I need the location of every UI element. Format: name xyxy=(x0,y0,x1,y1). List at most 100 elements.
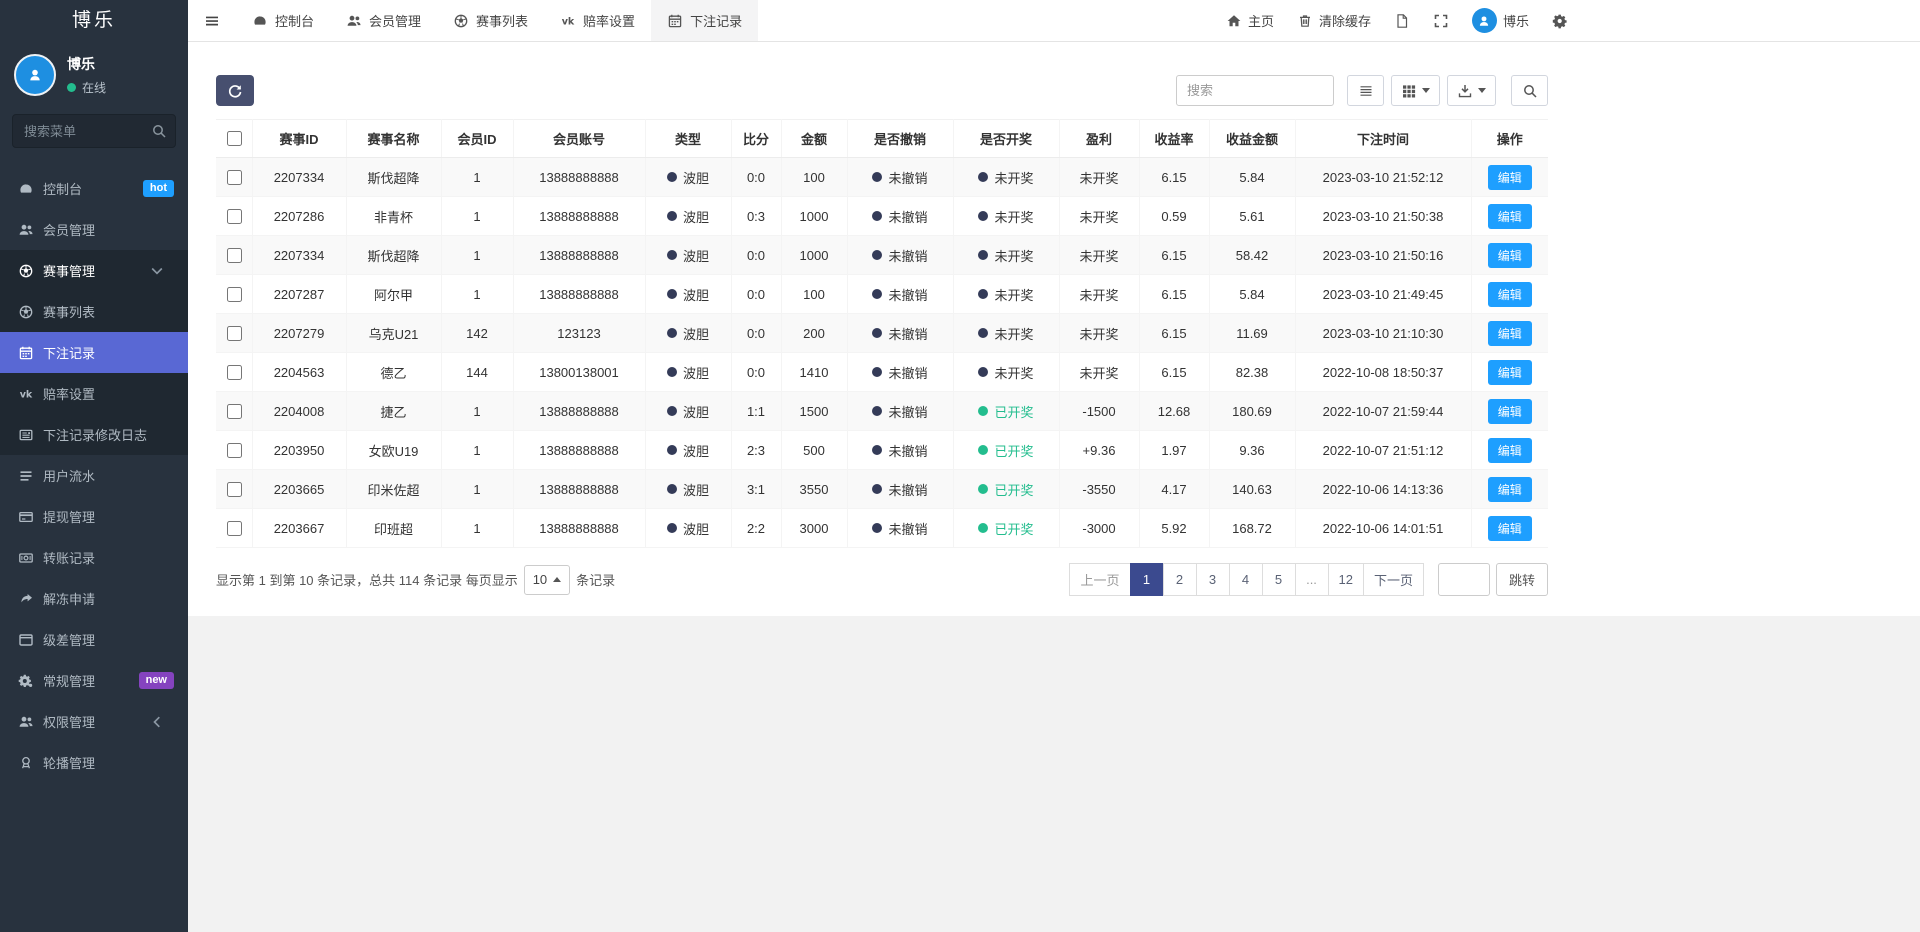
income-amount-cell: 140.63 xyxy=(1209,469,1296,509)
hamburger-menu-icon[interactable] xyxy=(188,0,236,41)
brand-logo: 博乐 xyxy=(71,10,116,31)
edit-button[interactable]: 编辑 xyxy=(1487,515,1532,541)
bars-icon xyxy=(18,468,34,484)
user-avatar[interactable] xyxy=(14,54,56,96)
sidebar-item-bet-records[interactable]: 下注记录 xyxy=(0,332,188,373)
row-checkbox[interactable] xyxy=(226,520,242,536)
page-button-4[interactable]: 4 xyxy=(1228,563,1263,596)
sidebar-item-user-flow[interactable]: 用户流水 xyxy=(0,455,188,496)
income-amount-cell: 9.36 xyxy=(1209,430,1296,470)
tab-odds-settings[interactable]: vk 赔率设置 xyxy=(544,0,651,41)
edit-button[interactable]: 编辑 xyxy=(1487,203,1532,229)
status-dot-icon xyxy=(872,211,883,221)
page-button-5[interactable]: 5 xyxy=(1261,563,1296,596)
edit-button[interactable]: 编辑 xyxy=(1487,164,1532,190)
next-page-button[interactable]: 下一页 xyxy=(1362,563,1424,596)
sidebar-item-carousel[interactable]: 轮播管理 xyxy=(0,742,188,783)
tab-members[interactable]: 会员管理 xyxy=(330,0,437,41)
calendar-icon xyxy=(667,13,683,29)
vk-icon: vk xyxy=(18,386,34,402)
sidebar-item-label: 转账记录 xyxy=(43,551,96,566)
sidebar-item-transfer[interactable]: 转账记录 xyxy=(0,537,188,578)
bet-type-status: 波胆 xyxy=(666,168,709,187)
sidebar-item-console[interactable]: 控制台 hot xyxy=(0,168,188,209)
sidebar: 博乐 博乐 在线 控制台 hot 会员管理赛事管理赛事列表下注记录 vk 赔率设置下注记… xyxy=(0,0,188,932)
column-header: 盈利 xyxy=(1059,119,1140,158)
sidebar-item-match-list[interactable]: 赛事列表 xyxy=(0,291,188,332)
home-link[interactable]: 主页 xyxy=(1226,11,1274,30)
profit-rate-cell: 5.92 xyxy=(1139,508,1210,548)
page-jump-input[interactable] xyxy=(1437,563,1490,596)
select-all-checkbox[interactable] xyxy=(226,131,242,146)
fullscreen-button[interactable] xyxy=(1433,13,1449,29)
page-size-select[interactable]: 10 xyxy=(523,564,571,595)
status-dot-icon xyxy=(978,289,989,299)
column-header: 是否开奖 xyxy=(953,119,1060,158)
row-checkbox[interactable] xyxy=(226,286,242,302)
sidebar-item-members[interactable]: 会员管理 xyxy=(0,209,188,250)
columns-button[interactable] xyxy=(1391,75,1440,106)
home-label: 主页 xyxy=(1247,14,1274,29)
page-button-12[interactable]: 12 xyxy=(1327,563,1364,596)
sidebar-item-unfreeze[interactable]: 解冻申请 xyxy=(0,578,188,619)
edit-button[interactable]: 编辑 xyxy=(1487,359,1532,385)
page-button-1[interactable]: 1 xyxy=(1129,563,1164,596)
edit-button[interactable]: 编辑 xyxy=(1487,476,1532,502)
page-ellipsis[interactable]: ... xyxy=(1294,563,1329,596)
sidebar-item-bet-edit-log[interactable]: 下注记录修改日志 xyxy=(0,414,188,455)
refresh-button[interactable] xyxy=(216,75,254,106)
bet-records-table: 赛事ID 赛事名称 会员ID 会员账号 类型 比分 金额 是否撤销 是否开奖 盈利 收益率 收益金额下… xyxy=(216,119,1548,548)
member-id-cell: 1 xyxy=(441,157,514,197)
docs-button[interactable] xyxy=(1394,13,1410,29)
page-jump-button[interactable]: 跳转 xyxy=(1495,563,1548,596)
tab-console[interactable]: 控制台 xyxy=(236,0,330,41)
draw-status: 已开奖 xyxy=(978,441,1034,460)
toggle-list-button[interactable] xyxy=(1347,75,1384,106)
edit-button[interactable]: 编辑 xyxy=(1487,437,1532,463)
tab-match-list[interactable]: 赛事列表 xyxy=(437,0,544,41)
sidebar-item-withdraw[interactable]: 提现管理 xyxy=(0,496,188,537)
sidebar-item-level[interactable]: 级差管理 xyxy=(0,619,188,660)
row-checkbox[interactable] xyxy=(226,364,242,380)
sidebar-item-label: 权限管理 xyxy=(43,715,96,730)
row-checkbox[interactable] xyxy=(226,481,242,497)
table-search-input[interactable] xyxy=(1176,75,1334,106)
edit-button[interactable]: 编辑 xyxy=(1487,242,1532,268)
sidebar-item-general[interactable]: 常规管理 new xyxy=(0,660,188,701)
export-button[interactable] xyxy=(1447,75,1496,106)
row-checkbox[interactable] xyxy=(226,208,242,224)
sidebar-item-match-manage[interactable]: 赛事管理 xyxy=(0,250,188,291)
row-checkbox[interactable] xyxy=(226,169,242,185)
row-checkbox[interactable] xyxy=(226,403,242,419)
profit-cell: 未开奖 xyxy=(1059,235,1140,275)
account-menu[interactable]: 博乐 xyxy=(1471,8,1529,33)
edit-button[interactable]: 编辑 xyxy=(1487,398,1532,424)
topbar-right: 主页 清除缓存 博乐 xyxy=(1226,0,1568,41)
settings-button[interactable] xyxy=(1552,13,1568,29)
status-label: 未开奖 xyxy=(994,248,1034,264)
edit-button[interactable]: 编辑 xyxy=(1487,281,1532,307)
edit-button[interactable]: 编辑 xyxy=(1487,320,1532,346)
page-button-3[interactable]: 3 xyxy=(1195,563,1230,596)
prev-page-button[interactable]: 上一页 xyxy=(1069,563,1131,596)
row-checkbox[interactable] xyxy=(226,247,242,263)
match-id-cell: 2207334 xyxy=(252,235,347,275)
match-name-cell: 乌克U21 xyxy=(346,313,442,353)
cancel-status: 未撤销 xyxy=(872,207,928,226)
row-checkbox[interactable] xyxy=(226,325,242,341)
score-cell: 3:1 xyxy=(731,469,782,509)
expand-icon xyxy=(1433,13,1449,29)
status-label: 未撤销 xyxy=(888,170,928,186)
clear-cache-link[interactable]: 清除缓存 xyxy=(1297,11,1371,30)
vk-icon: vk xyxy=(560,13,576,29)
tab-bet-records[interactable]: 下注记录 xyxy=(651,0,759,41)
row-checkbox[interactable] xyxy=(226,442,242,458)
status-label: 已开奖 xyxy=(994,404,1034,420)
sidebar-item-label: 用户流水 xyxy=(43,469,96,484)
sidebar-item-odds-settings[interactable]: vk 赔率设置 xyxy=(0,373,188,414)
sidebar-item-permission[interactable]: 权限管理 xyxy=(0,701,188,742)
search-button[interactable] xyxy=(1511,75,1548,106)
page-button-2[interactable]: 2 xyxy=(1162,563,1197,596)
bet-time-cell: 2022-10-07 21:51:12 xyxy=(1295,430,1472,470)
sidebar-item-label: 轮播管理 xyxy=(43,756,96,771)
